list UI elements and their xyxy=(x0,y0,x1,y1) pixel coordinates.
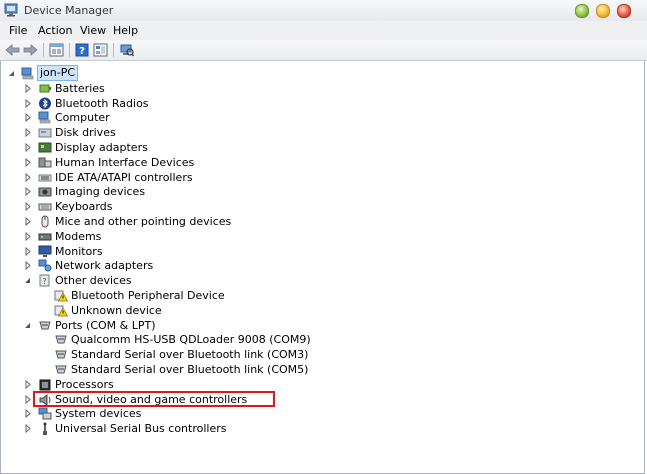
device-manager-window: Device Manager File Action View Help ? j… xyxy=(0,0,647,474)
expand-arrow-icon[interactable] xyxy=(23,140,32,155)
svg-text:?: ? xyxy=(42,277,46,286)
expand-arrow-icon[interactable] xyxy=(23,258,32,273)
menu-action[interactable]: Action xyxy=(38,24,72,37)
device-tree[interactable]: jon-PC Batteries Bluetooth Radios Computer… xyxy=(0,61,645,474)
expand-arrow-icon[interactable] xyxy=(23,170,32,185)
usb-icon xyxy=(43,422,47,436)
toolbar-separator xyxy=(113,43,114,57)
processor-icon xyxy=(39,379,51,391)
expand-arrow-icon[interactable] xyxy=(23,96,32,111)
computer-icon xyxy=(21,67,34,80)
tree-item-label[interactable]: Mice and other pointing devices xyxy=(55,214,231,229)
close-button[interactable] xyxy=(617,4,631,18)
port-icon xyxy=(55,350,67,359)
collapse-arrow-icon[interactable] xyxy=(7,66,16,81)
computer-icon xyxy=(38,111,51,124)
expand-arrow-icon[interactable] xyxy=(23,244,32,259)
minimize-button[interactable] xyxy=(575,4,589,18)
menu-help[interactable]: Help xyxy=(113,24,138,37)
properties-icon[interactable] xyxy=(49,43,64,57)
warning-icon xyxy=(54,290,68,302)
forward-arrow-icon[interactable] xyxy=(23,43,38,57)
tree-item-label[interactable]: Universal Serial Bus controllers xyxy=(55,421,226,436)
expand-arrow-icon[interactable] xyxy=(23,110,32,125)
keyboard-icon xyxy=(38,203,52,211)
tree-item-label[interactable]: Standard Serial over Bluetooth link (COM… xyxy=(71,362,308,377)
tree-item-label[interactable]: Display adapters xyxy=(55,140,148,155)
expand-arrow-icon[interactable] xyxy=(23,214,32,229)
tree-item-label[interactable]: Unknown device xyxy=(71,303,162,318)
ide-icon xyxy=(38,174,52,182)
tree-item-label[interactable]: Keyboards xyxy=(55,199,112,214)
window-title: Device Manager xyxy=(24,4,114,17)
menu-bar: File Action View Help xyxy=(0,21,647,41)
tree-item-label[interactable]: IDE ATA/ATAPI controllers xyxy=(55,170,193,185)
camera-icon xyxy=(38,187,52,197)
tree-item-label[interactable]: Human Interface Devices xyxy=(55,155,194,170)
toolbar-separator xyxy=(69,43,70,57)
system-icon xyxy=(38,407,52,420)
other-devices-icon: ? xyxy=(39,274,50,287)
expand-arrow-icon[interactable] xyxy=(23,377,32,392)
tree-item-label[interactable]: Standard Serial over Bluetooth link (COM… xyxy=(71,347,308,362)
tree-item-label[interactable]: Modems xyxy=(55,229,101,244)
tree-item-label[interactable]: Qualcomm HS-USB QDLoader 9008 (COM9) xyxy=(71,332,311,347)
modem-icon xyxy=(38,233,52,241)
tree-item-label[interactable]: Disk drives xyxy=(55,125,116,140)
toolbar: ? xyxy=(0,40,647,61)
tree-item-label[interactable]: Processors xyxy=(55,377,114,392)
device-manager-icon xyxy=(4,3,18,17)
tree-item-label[interactable]: Network adapters xyxy=(55,258,153,273)
bluetooth-icon xyxy=(39,97,51,110)
maximize-button[interactable] xyxy=(596,4,610,18)
collapse-arrow-icon[interactable] xyxy=(23,318,32,333)
collapse-arrow-icon[interactable] xyxy=(23,273,32,288)
help-icon[interactable]: ? xyxy=(75,43,89,57)
expand-arrow-icon[interactable] xyxy=(23,125,32,140)
tree-item-label[interactable]: Imaging devices xyxy=(55,184,145,199)
tree-root-label[interactable]: jon-PC xyxy=(37,65,79,81)
monitor-icon xyxy=(38,245,52,257)
tree-item-label[interactable]: Other devices xyxy=(55,273,132,288)
disk-icon xyxy=(38,128,52,138)
menu-file[interactable]: File xyxy=(9,24,27,37)
warning-icon xyxy=(54,305,68,317)
scan-hardware-icon[interactable] xyxy=(119,43,134,57)
expand-arrow-icon[interactable] xyxy=(23,199,32,214)
tree-item-label[interactable]: Computer xyxy=(55,110,110,125)
tree-item-label[interactable]: Bluetooth Radios xyxy=(55,96,149,111)
title-bar: Device Manager xyxy=(0,0,647,21)
mouse-icon xyxy=(41,215,49,228)
expand-arrow-icon[interactable] xyxy=(23,81,32,96)
tree-item-label[interactable]: Ports (COM & LPT) xyxy=(55,318,156,333)
battery-icon xyxy=(39,84,51,93)
highlight-box xyxy=(33,391,275,407)
network-icon xyxy=(38,259,52,272)
port-icon xyxy=(39,321,51,330)
show-hidden-icon[interactable] xyxy=(93,43,108,57)
tree-item-label[interactable]: Monitors xyxy=(55,244,103,259)
tree-item-label[interactable]: Batteries xyxy=(55,81,105,96)
expand-arrow-icon[interactable] xyxy=(23,184,32,199)
expand-arrow-icon[interactable] xyxy=(23,155,32,170)
tree-item-label[interactable]: System devices xyxy=(55,406,141,421)
expand-arrow-icon[interactable] xyxy=(23,229,32,244)
expand-arrow-icon[interactable] xyxy=(23,392,32,407)
expand-arrow-icon[interactable] xyxy=(23,421,32,436)
display-icon xyxy=(38,142,52,153)
port-icon xyxy=(55,365,67,374)
menu-view[interactable]: View xyxy=(80,24,106,37)
toolbar-separator xyxy=(43,43,44,57)
port-icon xyxy=(55,335,67,344)
tree-item-label[interactable]: Bluetooth Peripheral Device xyxy=(71,288,225,303)
svg-text:?: ? xyxy=(79,46,85,57)
back-arrow-icon[interactable] xyxy=(5,43,20,57)
hid-icon xyxy=(38,157,52,168)
expand-arrow-icon[interactable] xyxy=(23,406,32,421)
